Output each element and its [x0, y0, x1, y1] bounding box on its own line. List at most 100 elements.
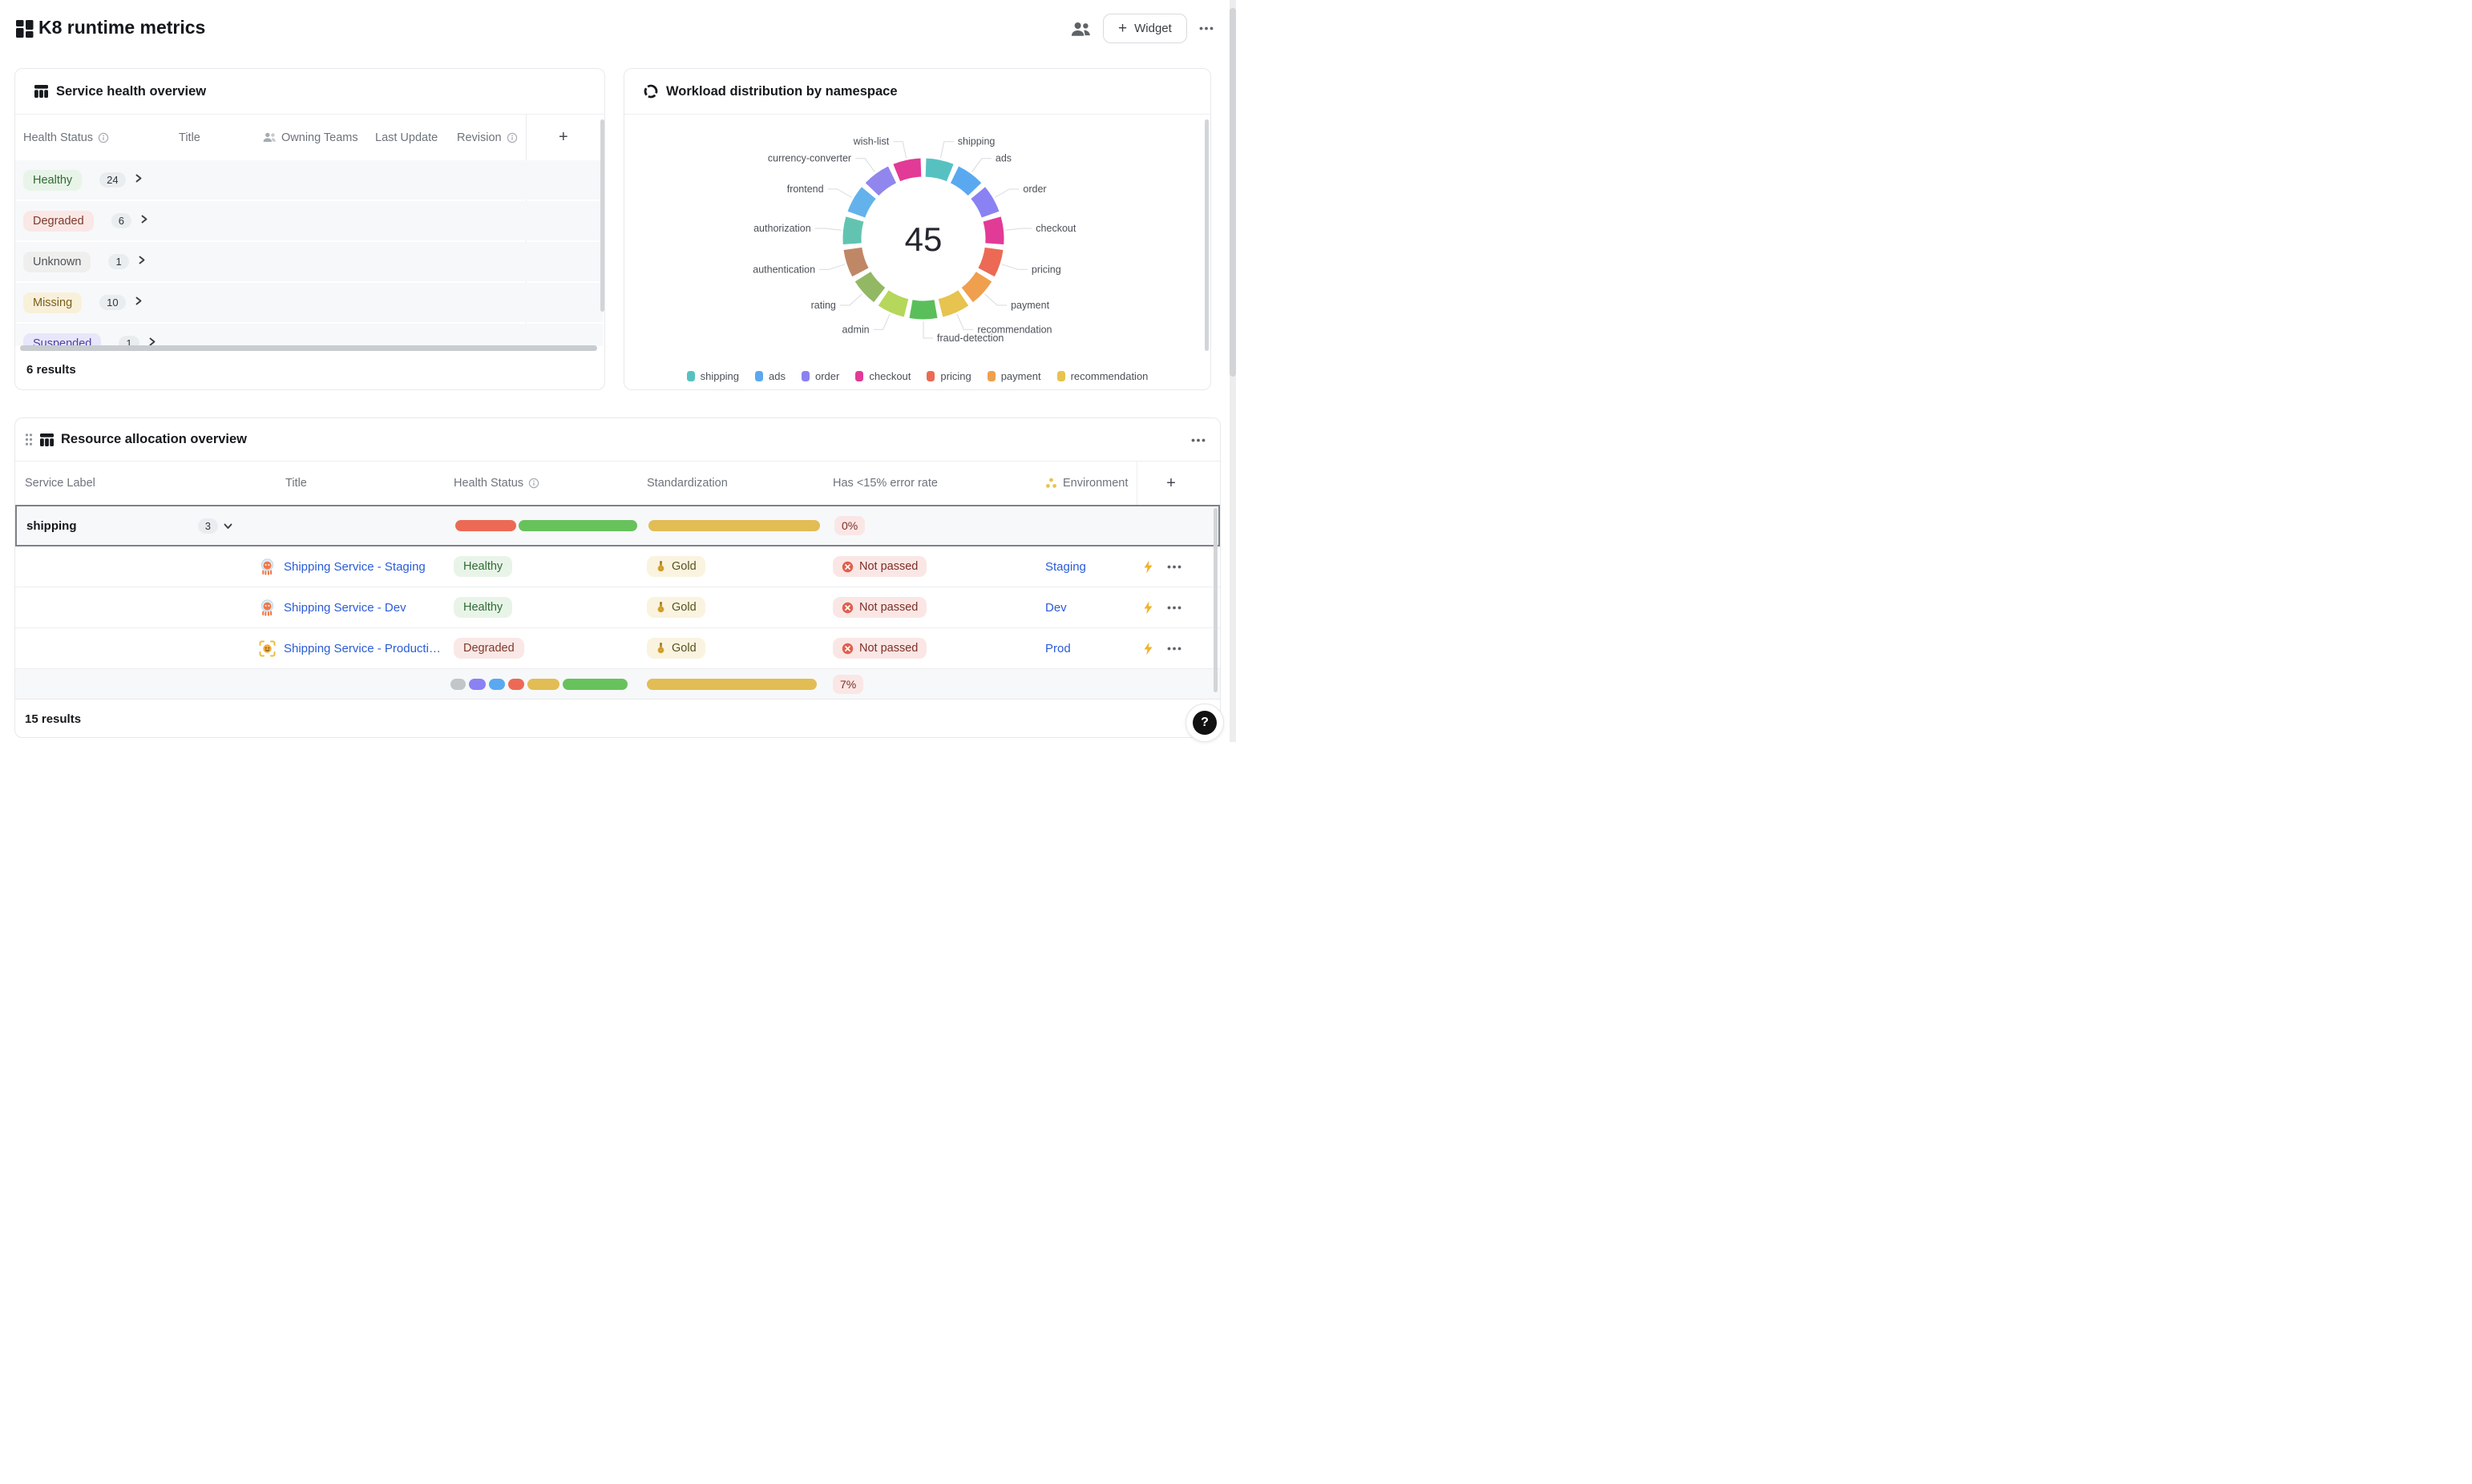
- service-title-link[interactable]: Shipping Service - Producti…: [284, 642, 441, 655]
- donut-segment-admin[interactable]: [883, 298, 906, 308]
- environment-link[interactable]: Staging: [1045, 560, 1086, 574]
- vertical-scrollbar[interactable]: [600, 119, 604, 312]
- bolt-icon[interactable]: [1143, 642, 1153, 655]
- chevron-down-icon[interactable]: [223, 521, 233, 531]
- card-title-text: Service health overview: [56, 84, 206, 99]
- standardization-cell: [640, 506, 828, 545]
- page-scrollbar-thumb[interactable]: [1230, 8, 1236, 377]
- column-header-environment[interactable]: Environment: [1039, 462, 1122, 505]
- donut-segment-shipping[interactable]: [926, 167, 950, 172]
- row-menu-icon[interactable]: [1167, 565, 1181, 569]
- workload-distribution-card: Workload distribution by namespace shipp…: [624, 68, 1211, 390]
- legend-item-order[interactable]: order: [802, 370, 839, 382]
- legend-item-recommendation[interactable]: recommendation: [1057, 370, 1149, 382]
- count-badge: 1: [108, 254, 128, 269]
- team-icon: [263, 132, 277, 143]
- donut-segment-frontend[interactable]: [856, 193, 868, 215]
- donut-segment-authorization[interactable]: [852, 220, 854, 244]
- chevron-right-icon[interactable]: [133, 296, 143, 310]
- environment-link[interactable]: Prod: [1045, 642, 1071, 655]
- horizontal-scrollbar[interactable]: [20, 345, 597, 351]
- legend-item-shipping[interactable]: shipping: [687, 370, 739, 382]
- row-menu-icon[interactable]: [1167, 606, 1181, 610]
- donut-segment-pricing[interactable]: [987, 248, 995, 272]
- column-header-revision[interactable]: Revision: [457, 131, 534, 144]
- status-badge: Suspended: [23, 333, 101, 347]
- gold-badge: Gold: [647, 556, 705, 577]
- column-header-service-label[interactable]: Service Label: [15, 462, 241, 505]
- people-icon[interactable]: [1071, 22, 1091, 37]
- chevron-right-icon[interactable]: [133, 173, 143, 188]
- more-menu-icon[interactable]: [1191, 438, 1206, 442]
- more-menu-icon[interactable]: [1199, 26, 1214, 30]
- column-header-standardization[interactable]: Standardization: [638, 462, 826, 505]
- donut-segment-recommendation[interactable]: [941, 298, 963, 308]
- donut-label-authentication: authentication: [753, 264, 815, 275]
- not-passed-badge: Not passed: [833, 638, 927, 659]
- vertical-scrollbar[interactable]: [1214, 508, 1218, 692]
- bolt-icon[interactable]: [1143, 601, 1153, 615]
- column-header-label: Last Update: [375, 131, 438, 144]
- legend-label: payment: [1001, 370, 1041, 382]
- column-header-health-status[interactable]: Health Status: [23, 131, 179, 144]
- add-column-button[interactable]: +: [559, 128, 568, 147]
- column-header-last-update[interactable]: Last Update: [375, 131, 457, 144]
- legend-label: recommendation: [1071, 370, 1149, 382]
- standardization-cell: Gold: [638, 587, 826, 627]
- distribution-bar-segment: [489, 679, 505, 690]
- legend-item-ads[interactable]: ads: [755, 370, 786, 382]
- donut-label-frontend: frontend: [787, 183, 824, 195]
- service-label-cell: [15, 587, 241, 627]
- column-header-label: Revision: [457, 131, 502, 144]
- donut-segment-wish-list[interactable]: [897, 167, 921, 172]
- label-connector: [855, 159, 874, 172]
- donut-segment-ads[interactable]: [955, 175, 975, 189]
- column-header-health-status[interactable]: Health Status: [450, 462, 638, 505]
- row-menu-icon[interactable]: [1167, 647, 1181, 651]
- drag-handle-icon[interactable]: [25, 433, 33, 446]
- add-column-button[interactable]: +: [1166, 474, 1176, 493]
- legend-item-pricing[interactable]: pricing: [927, 370, 971, 382]
- vertical-scrollbar[interactable]: [1205, 119, 1209, 351]
- info-icon: [98, 132, 109, 143]
- legend-item-payment[interactable]: payment: [988, 370, 1041, 382]
- dashboard-header: K8 runtime metrics + Widget: [0, 0, 1236, 58]
- donut-segment-checkout[interactable]: [992, 220, 995, 244]
- actions-cell: [1122, 587, 1220, 627]
- service-title-link[interactable]: Shipping Service - Staging: [284, 560, 426, 574]
- environment-link[interactable]: Dev: [1045, 601, 1067, 615]
- octopus-icon: [259, 599, 276, 616]
- add-widget-button[interactable]: + Widget: [1103, 14, 1187, 43]
- legend-item-checkout[interactable]: checkout: [855, 370, 911, 382]
- column-header-title[interactable]: Title: [179, 131, 263, 144]
- question-mark-icon: ?: [1193, 711, 1217, 735]
- chevron-right-icon[interactable]: [136, 255, 147, 269]
- error-rate-summary-cell: 7%: [826, 669, 1039, 699]
- not-passed-badge: Not passed: [833, 597, 927, 618]
- column-header-title[interactable]: Title: [241, 462, 450, 505]
- donut-segment-order[interactable]: [978, 193, 990, 215]
- donut-segment-fraud-detection[interactable]: [911, 309, 936, 310]
- status-badge: Unknown: [23, 252, 91, 272]
- donut-segment-payment[interactable]: [967, 276, 984, 295]
- legend-swatch: [802, 371, 810, 381]
- group-row-shipping[interactable]: shipping30%: [15, 505, 1220, 546]
- title-cell: [241, 669, 450, 699]
- workload-card-title: Workload distribution by namespace: [624, 69, 1210, 115]
- title-cell: [243, 506, 451, 545]
- actions-cell: [1122, 669, 1220, 699]
- service-label-cell: [15, 669, 241, 699]
- chevron-right-icon[interactable]: [139, 214, 149, 228]
- column-header-owning-teams[interactable]: Owning Teams: [263, 131, 375, 144]
- help-button[interactable]: ?: [1186, 704, 1224, 742]
- bolt-icon[interactable]: [1143, 560, 1153, 574]
- donut-segment-authentication[interactable]: [853, 248, 861, 272]
- label-connector: [957, 314, 974, 329]
- label-connector: [840, 294, 862, 305]
- legend-swatch: [687, 371, 695, 381]
- column-header-has-15-error-rate[interactable]: Has <15% error rate: [826, 462, 1039, 505]
- service-title-link[interactable]: Shipping Service - Dev: [284, 601, 406, 615]
- donut-segment-currency-converter[interactable]: [872, 175, 892, 189]
- donut-segment-rating[interactable]: [863, 276, 880, 295]
- not-passed-label: Not passed: [859, 601, 918, 614]
